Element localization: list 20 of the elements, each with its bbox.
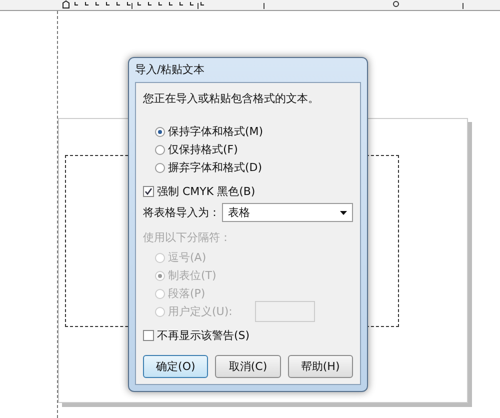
field-label: 将表格导入为： — [143, 205, 220, 220]
dropdown-value: 表格 — [228, 205, 250, 220]
message-text: 您正在导入或粘贴包含格式的文本。 — [143, 91, 320, 106]
radio-button[interactable] — [155, 144, 165, 154]
option-label[interactable]: 保持字体和格式(M) — [168, 124, 264, 139]
group-label: 使用以下分隔符： — [143, 230, 232, 245]
option-label[interactable]: 摒弃字体和格式(D) — [168, 160, 262, 175]
radio-button[interactable] — [155, 126, 165, 136]
table-dropdown[interactable]: 表格 — [222, 203, 353, 222]
checkbox-label[interactable]: 不再显示该警告(S) — [157, 328, 250, 342]
radio-button[interactable] — [155, 162, 165, 172]
dialog-button[interactable]: 确定(O) — [143, 355, 208, 378]
caret-icon — [340, 210, 347, 214]
dialog-title: 导入/粘贴文本 — [135, 62, 206, 78]
dialog-button[interactable]: 取消(C) — [215, 355, 281, 378]
dialog-button[interactable]: 帮助(H) — [288, 355, 353, 378]
checkbox[interactable] — [143, 186, 154, 196]
option-label[interactable]: 仅保持格式(F) — [168, 142, 238, 157]
checkbox-label[interactable]: 强制 CMYK 黑色(B) — [157, 184, 256, 198]
checkbox[interactable] — [143, 330, 154, 340]
